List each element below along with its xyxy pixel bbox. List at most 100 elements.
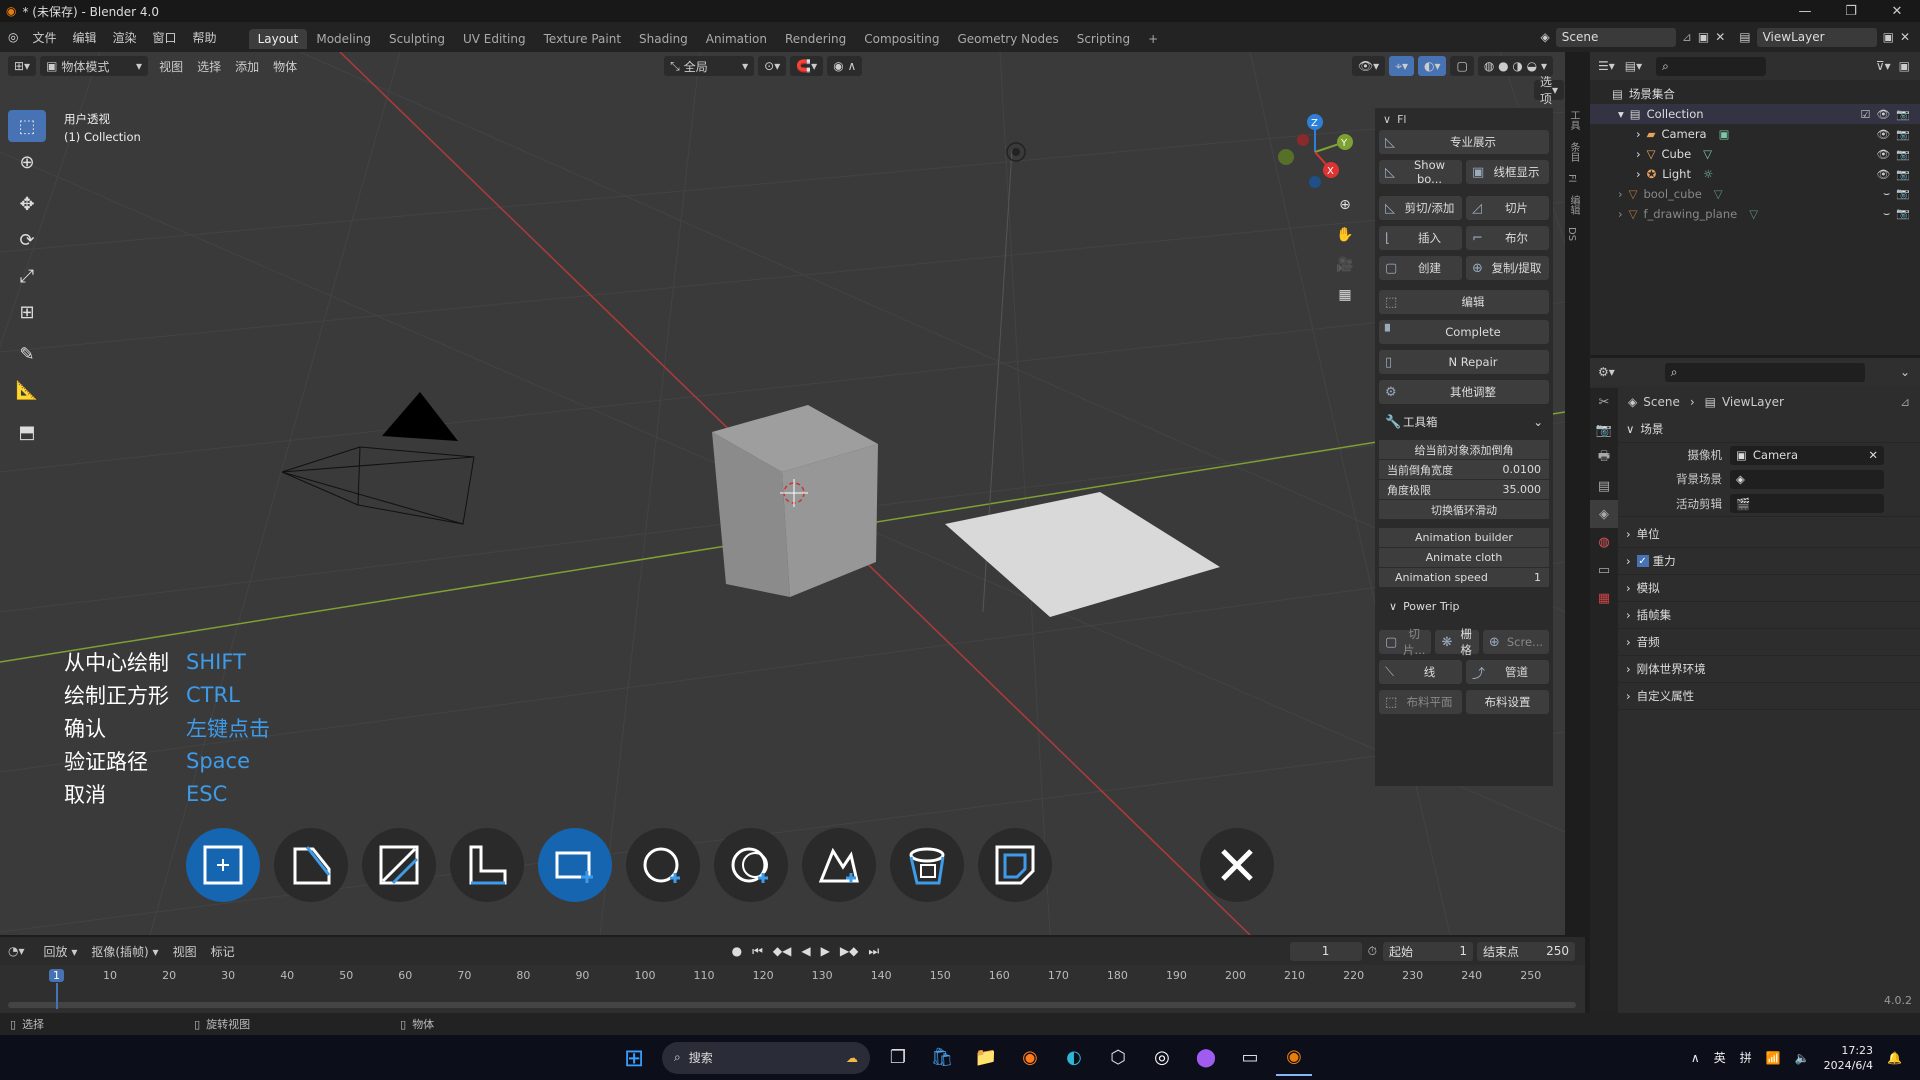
annotate-tool[interactable]: ✎ (8, 338, 46, 370)
pt-screen-button[interactable]: ⊕ Scre... (1482, 630, 1549, 654)
texture-tab-icon[interactable]: ▦ (1590, 584, 1618, 612)
proportional-edit-button[interactable]: ◉ ∧ (827, 56, 863, 76)
play-reverse-icon[interactable]: ◀ (801, 944, 810, 959)
side-tab-edit[interactable]: 编辑 (1566, 195, 1581, 215)
gravity-checkbox[interactable]: ✓ (1636, 555, 1649, 567)
shape-polygon-button[interactable] (802, 828, 876, 902)
pt-pipe-button[interactable]: ⤴ 管道 (1466, 660, 1549, 684)
edit-button[interactable]: ⬚ 编辑 (1379, 290, 1549, 314)
mode-select[interactable]: ▣ 物体模式 ▾ (40, 56, 149, 76)
timeline[interactable]: 1 10 20 30 40 50 60 70 80 90 100 110 120 130 140 150 160… (0, 965, 1585, 1013)
eye-hidden-icon[interactable]: ⌣ (1883, 187, 1890, 201)
options-chevron-icon[interactable]: ⌄ (1900, 365, 1910, 379)
unity-icon[interactable]: ⬡ (1100, 1040, 1136, 1076)
taskbar-search[interactable]: ⌕ 搜索 ☁ (662, 1041, 870, 1074)
side-tab-tool[interactable]: 工具 (1566, 110, 1581, 130)
navigation-gizmo[interactable]: Z Y X (1275, 112, 1355, 192)
tool-tab-icon[interactable]: ✂ (1590, 388, 1618, 416)
bevel-width-field[interactable]: 当前倒角宽度 0.0100 (1379, 460, 1549, 479)
windows-start-icon[interactable]: ⊞ (616, 1040, 652, 1076)
overlay-toggle-button[interactable]: ◐▾ (1417, 56, 1447, 76)
outliner-item-camera[interactable]: › ▰ Camera ▣ 👁 📷 (1590, 124, 1920, 144)
shape-corner-button[interactable] (450, 828, 524, 902)
tab-layout[interactable]: Layout (248, 29, 308, 49)
add-bevel-button[interactable]: 给当前对象添加倒角 (1379, 440, 1549, 459)
tray-chevron-icon[interactable]: ∧ (1691, 1051, 1700, 1065)
toggle-loop-slide-button[interactable]: 切换循环滑动 (1379, 500, 1549, 519)
show-bounds-button[interactable]: ◺ Show bo... (1379, 158, 1462, 186)
xray-button[interactable]: ▢ (1450, 56, 1474, 76)
pin-icon[interactable]: ⊿ (1682, 30, 1692, 44)
display-mode-icon[interactable]: ▤▾ (1625, 59, 1642, 73)
next-key-icon[interactable]: ▶◆ (840, 944, 858, 959)
outliner-item-cube[interactable]: › ▽ Cube ▽ 👁 📷 (1590, 144, 1920, 164)
clear-icon[interactable]: ✕ (1868, 448, 1878, 462)
store-icon[interactable]: 🛍 (924, 1040, 960, 1076)
shape-box-add-button[interactable] (186, 828, 260, 902)
pt-line-button[interactable]: ⟍ 线 (1379, 660, 1462, 684)
camera-render-icon[interactable]: 📷 (1896, 128, 1910, 141)
steam-icon[interactable]: ◎ (1144, 1040, 1180, 1076)
jump-end-icon[interactable]: ⏭ (868, 944, 879, 959)
cursor-tool[interactable]: ⊕ (8, 146, 46, 178)
panel-rigid-body-world[interactable]: › 刚体世界环境 (1618, 656, 1920, 683)
playhead[interactable] (56, 983, 58, 1009)
minimize-button[interactable]: — (1782, 4, 1828, 19)
eye-icon[interactable]: 👁 (1876, 108, 1890, 121)
camera-render-icon[interactable]: 📷 (1896, 187, 1910, 201)
snap-button[interactable]: 🧲▾ (790, 56, 824, 76)
add-workspace-button[interactable]: + (1139, 29, 1167, 49)
current-frame-field[interactable]: 1 (1289, 941, 1362, 961)
panel-gravity[interactable]: › ✓ 重力 (1618, 548, 1920, 575)
camera-render-icon[interactable]: 📷 (1896, 207, 1910, 221)
outliner-scene-collection[interactable]: ▤ 场景集合 (1590, 84, 1920, 104)
viewport-menu-select[interactable]: 选择 (190, 58, 228, 75)
add-cube-tool[interactable]: ⬒ (8, 416, 46, 448)
tab-uv-editing[interactable]: UV Editing (454, 29, 535, 49)
wireframe-display-button[interactable]: ▣ 线框显示 (1466, 160, 1549, 184)
pro-display-button[interactable]: ◺ 专业展示 (1379, 130, 1549, 154)
checkbox-icon[interactable]: ☑ (1860, 108, 1870, 121)
shape-ring-button[interactable] (714, 828, 788, 902)
start-frame-field[interactable]: 起始 1 (1383, 941, 1473, 961)
file-explorer-icon[interactable]: 📁 (968, 1040, 1004, 1076)
orientation-select[interactable]: ⤡ 全局 ▾ (664, 56, 755, 76)
camera-render-icon[interactable]: 📷 (1896, 148, 1910, 161)
marker-menu[interactable]: 标记 (204, 943, 242, 960)
complete-button[interactable]: ▘ Complete (1379, 320, 1549, 344)
eye-icon[interactable]: 👁 (1876, 128, 1890, 141)
tab-animation[interactable]: Animation (697, 29, 776, 49)
properties-editor-icon[interactable]: ⚙▾ (1598, 365, 1615, 379)
wifi-icon[interactable]: 📶 (1766, 1051, 1781, 1065)
scene-tab-icon[interactable]: ◈ (1590, 500, 1618, 528)
edge-icon[interactable]: ◐ (1056, 1040, 1092, 1076)
timeline-scrollbar[interactable] (8, 1002, 1576, 1008)
pin-icon[interactable]: ⊿ (1900, 395, 1910, 409)
ime-mode[interactable]: 拼 (1740, 1049, 1752, 1066)
tab-texture-paint[interactable]: Texture Paint (535, 29, 630, 49)
transform-tool[interactable]: ⊞ (8, 296, 46, 328)
viewport-menu-object[interactable]: 物体 (266, 58, 304, 75)
camera-view-icon[interactable]: 🎥 (1333, 252, 1357, 278)
clock[interactable]: 17:23 2024/6/4 (1824, 1043, 1873, 1073)
move-tool[interactable]: ✥ (8, 188, 46, 220)
3d-viewport[interactable]: ⊞▾ ▣ 物体模式 ▾ 视图 选择 添加 物体 ⤡ 全局 ▾ ⊙▾ 🧲▾ ◉ ∧ 👁▾ … (0, 52, 1565, 935)
outliner-item-bool-cube[interactable]: › ▽ bool_cube ▽ ⌣ 📷 (1590, 184, 1920, 204)
outliner-editor-icon[interactable]: ☰▾ (1598, 59, 1615, 73)
outliner-item-drawing-plane[interactable]: › ▽ f_drawing_plane ▽ ⌣ 📷 (1590, 204, 1920, 224)
auto-key-icon[interactable]: ● (732, 944, 742, 959)
select-box-tool[interactable]: ⬚ (8, 110, 46, 142)
shading-modes[interactable]: ◍ ● ◑ ◒ ▾ (1477, 56, 1553, 76)
volume-icon[interactable]: 🔈 (1795, 1051, 1810, 1065)
prev-key-icon[interactable]: ◆◀ (773, 944, 791, 959)
create-button[interactable]: ▢ 创建 (1379, 256, 1462, 280)
tab-modeling[interactable]: Modeling (307, 29, 380, 49)
tab-sculpting[interactable]: Sculpting (380, 29, 454, 49)
tab-compositing[interactable]: Compositing (855, 29, 948, 49)
blender-menu-icon[interactable]: ◎ (8, 30, 18, 44)
eye-icon[interactable]: 👁 (1876, 168, 1890, 181)
play-icon[interactable]: ▶ (821, 944, 830, 959)
close-window-button[interactable]: ✕ (1874, 4, 1920, 19)
eye-hidden-icon[interactable]: ⌣ (1883, 207, 1890, 221)
camera-render-icon[interactable]: 📷 (1896, 168, 1910, 181)
